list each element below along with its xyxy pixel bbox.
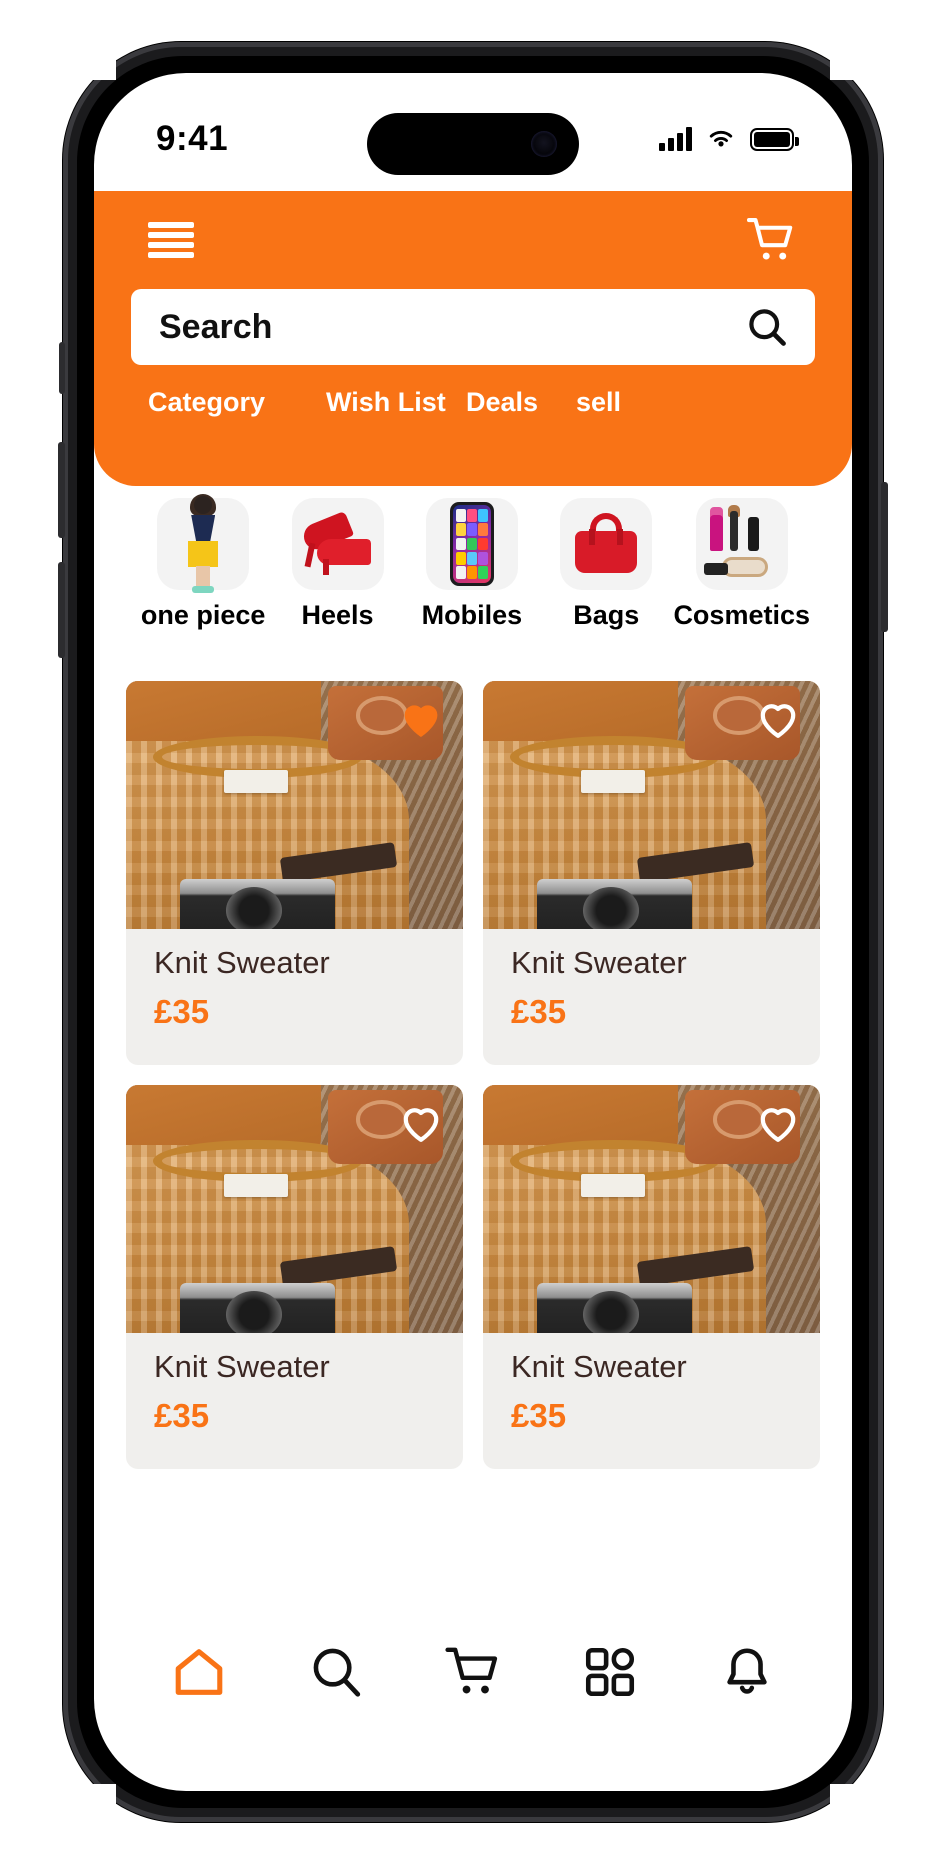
wifi-icon <box>709 130 733 147</box>
status-time: 9:41 <box>156 119 229 158</box>
handbag-icon <box>560 498 653 590</box>
category-item-one-piece[interactable]: one piece <box>136 494 270 631</box>
dress-icon <box>157 494 250 593</box>
product-image[interactable] <box>483 1085 820 1333</box>
crop-mark <box>830 1784 888 1814</box>
category-item-bags[interactable]: Bags <box>539 498 673 631</box>
product-info: Knit Sweater £35 <box>483 1333 820 1469</box>
bell-icon[interactable] <box>718 1643 776 1701</box>
hamburger-menu-icon[interactable] <box>148 222 194 258</box>
heart-outline-icon[interactable] <box>397 1099 445 1147</box>
category-label: Cosmetics <box>673 600 810 630</box>
header-top-row <box>94 191 852 263</box>
product-image[interactable] <box>126 681 463 929</box>
category-label: Bags <box>573 600 640 630</box>
header-nav-links: Category Wish List Deals sell <box>94 387 852 418</box>
grid-icon[interactable] <box>581 1643 639 1701</box>
heart-filled-icon[interactable] <box>397 695 445 743</box>
search-bar[interactable] <box>131 289 815 365</box>
product-grid: Knit Sweater £35 Knit Sweater £35 Knit S… <box>126 681 820 1469</box>
category-label: Mobiles <box>421 600 523 630</box>
volume-up-button[interactable] <box>58 442 65 538</box>
nav-link-deals[interactable]: Deals <box>466 387 576 418</box>
cosmetics-icon <box>695 498 788 590</box>
product-title: Knit Sweater <box>154 1349 330 1384</box>
bottom-nav-notifications[interactable] <box>710 1635 784 1709</box>
phone-screen: 9:41 Search Category Wish List Deals sel… <box>94 73 852 1791</box>
bottom-nav-search[interactable] <box>299 1635 373 1709</box>
product-card[interactable]: Knit Sweater £35 <box>483 1085 820 1469</box>
product-info: Knit Sweater £35 <box>126 929 463 1065</box>
dynamic-island <box>367 113 579 175</box>
product-price: £35 <box>154 1397 210 1434</box>
smartphone-icon <box>425 498 518 590</box>
search-input[interactable] <box>159 307 663 347</box>
battery-icon <box>750 127 799 151</box>
nav-link-wish-list[interactable]: Wish List <box>326 387 466 418</box>
bottom-navigation-bar <box>94 1617 852 1727</box>
high-heel-shoes-icon <box>291 498 384 590</box>
product-price: £35 <box>511 993 567 1030</box>
silent-switch[interactable] <box>59 342 65 394</box>
home-icon[interactable] <box>168 1643 230 1701</box>
shopping-cart-icon[interactable] <box>443 1643 503 1701</box>
category-label: Heels <box>301 600 374 630</box>
category-item-cosmetics[interactable]: Cosmetics <box>673 498 810 631</box>
product-image[interactable] <box>483 681 820 929</box>
screenshot-canvas: 9:41 Search Category Wish List Deals sel… <box>0 0 946 1864</box>
product-title: Knit Sweater <box>511 945 687 980</box>
phone-device-frame: 9:41 Search Category Wish List Deals sel… <box>58 42 888 1822</box>
nav-link-sell[interactable]: sell <box>576 387 621 418</box>
heart-outline-icon[interactable] <box>754 695 802 743</box>
search-icon[interactable] <box>307 1643 365 1701</box>
product-card[interactable]: Knit Sweater £35 <box>126 1085 463 1469</box>
product-info: Knit Sweater £35 <box>483 929 820 1065</box>
bottom-nav-categories[interactable] <box>573 1635 647 1709</box>
phone-bezel: 9:41 Search Category Wish List Deals sel… <box>77 56 869 1808</box>
product-info: Knit Sweater £35 <box>126 1333 463 1469</box>
nav-link-category[interactable]: Category <box>148 387 326 418</box>
product-price: £35 <box>154 993 210 1030</box>
product-card[interactable]: Knit Sweater £35 <box>483 681 820 1065</box>
crop-mark <box>58 50 116 80</box>
category-strip: one piece Heels Mobiles Bags Cosmetics <box>94 494 852 631</box>
product-card[interactable]: Knit Sweater £35 <box>126 681 463 1065</box>
cellular-signal-icon <box>659 127 692 151</box>
volume-down-button[interactable] <box>58 562 65 658</box>
category-item-mobiles[interactable]: Mobiles <box>405 498 539 631</box>
product-title: Knit Sweater <box>154 945 330 980</box>
product-price: £35 <box>511 1397 567 1434</box>
shopping-cart-icon[interactable] <box>746 217 798 263</box>
product-title: Knit Sweater <box>511 1349 687 1384</box>
bottom-nav-cart[interactable] <box>436 1635 510 1709</box>
app-header: Category Wish List Deals sell <box>94 191 852 486</box>
status-indicators <box>659 127 799 151</box>
product-image[interactable] <box>126 1085 463 1333</box>
power-button[interactable] <box>881 482 888 632</box>
category-label: one piece <box>140 600 266 630</box>
crop-mark <box>58 1784 116 1814</box>
heart-outline-icon[interactable] <box>754 1099 802 1147</box>
search-icon[interactable] <box>745 305 789 349</box>
bottom-nav-home[interactable] <box>162 1635 236 1709</box>
category-item-heels[interactable]: Heels <box>270 498 404 631</box>
crop-mark <box>830 50 888 80</box>
